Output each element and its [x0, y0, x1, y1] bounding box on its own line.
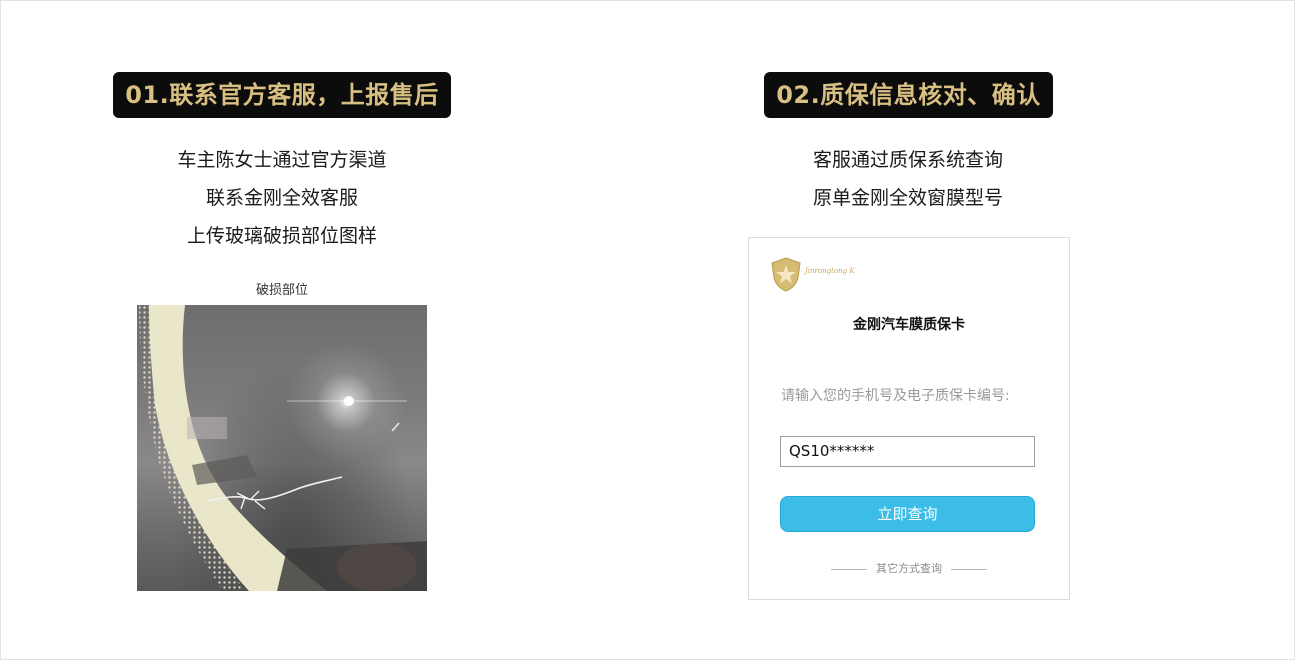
divider-line-left [831, 568, 867, 570]
step2-title-badge: 02.质保信息核对、确认 [764, 72, 1053, 118]
step2-line-1: 客服通过质保系统查询 [812, 149, 1003, 171]
step2-description: 客服通过质保系统查询 原单金刚全效窗膜型号 [708, 141, 1108, 217]
query-button[interactable]: 立即查询 [780, 496, 1035, 532]
input-prompt: 请输入您的手机号及电子质保卡编号: [781, 388, 1010, 404]
warranty-card: Jinrongtong K 金刚汽车膜质保卡 请输入您的手机号及电子质保卡编号:… [748, 237, 1070, 600]
step1-line-2: 联系金刚全效客服 [205, 187, 358, 209]
step1-line-1: 车主陈女士通过官方渠道 [177, 149, 387, 171]
step1-title-badge: 01.联系官方客服，上报售后 [113, 72, 451, 118]
damage-photo-caption: 破损部位 [255, 283, 308, 298]
step2-line-2: 原单金刚全效窗膜型号 [812, 187, 1003, 209]
brand-logo: Jinrongtong K [769, 256, 869, 292]
card-title: 金刚汽车膜质保卡 [853, 317, 965, 333]
damage-photo [137, 305, 427, 591]
step1-line-3: 上传玻璃破损部位图样 [186, 225, 377, 247]
shield-logo-icon [771, 257, 801, 292]
divider-line-right [951, 568, 987, 570]
other-methods-link[interactable]: 其它方式查询 [749, 560, 1069, 576]
step1-description: 车主陈女士通过官方渠道 联系金刚全效客服 上传玻璃破损部位图样 [82, 141, 482, 255]
brand-logo-text: Jinrongtong K [805, 267, 855, 275]
damage-photo-drawing [139, 305, 427, 591]
warranty-number-input[interactable]: QS10****** [780, 436, 1035, 467]
other-methods-label: 其它方式查询 [876, 562, 942, 575]
